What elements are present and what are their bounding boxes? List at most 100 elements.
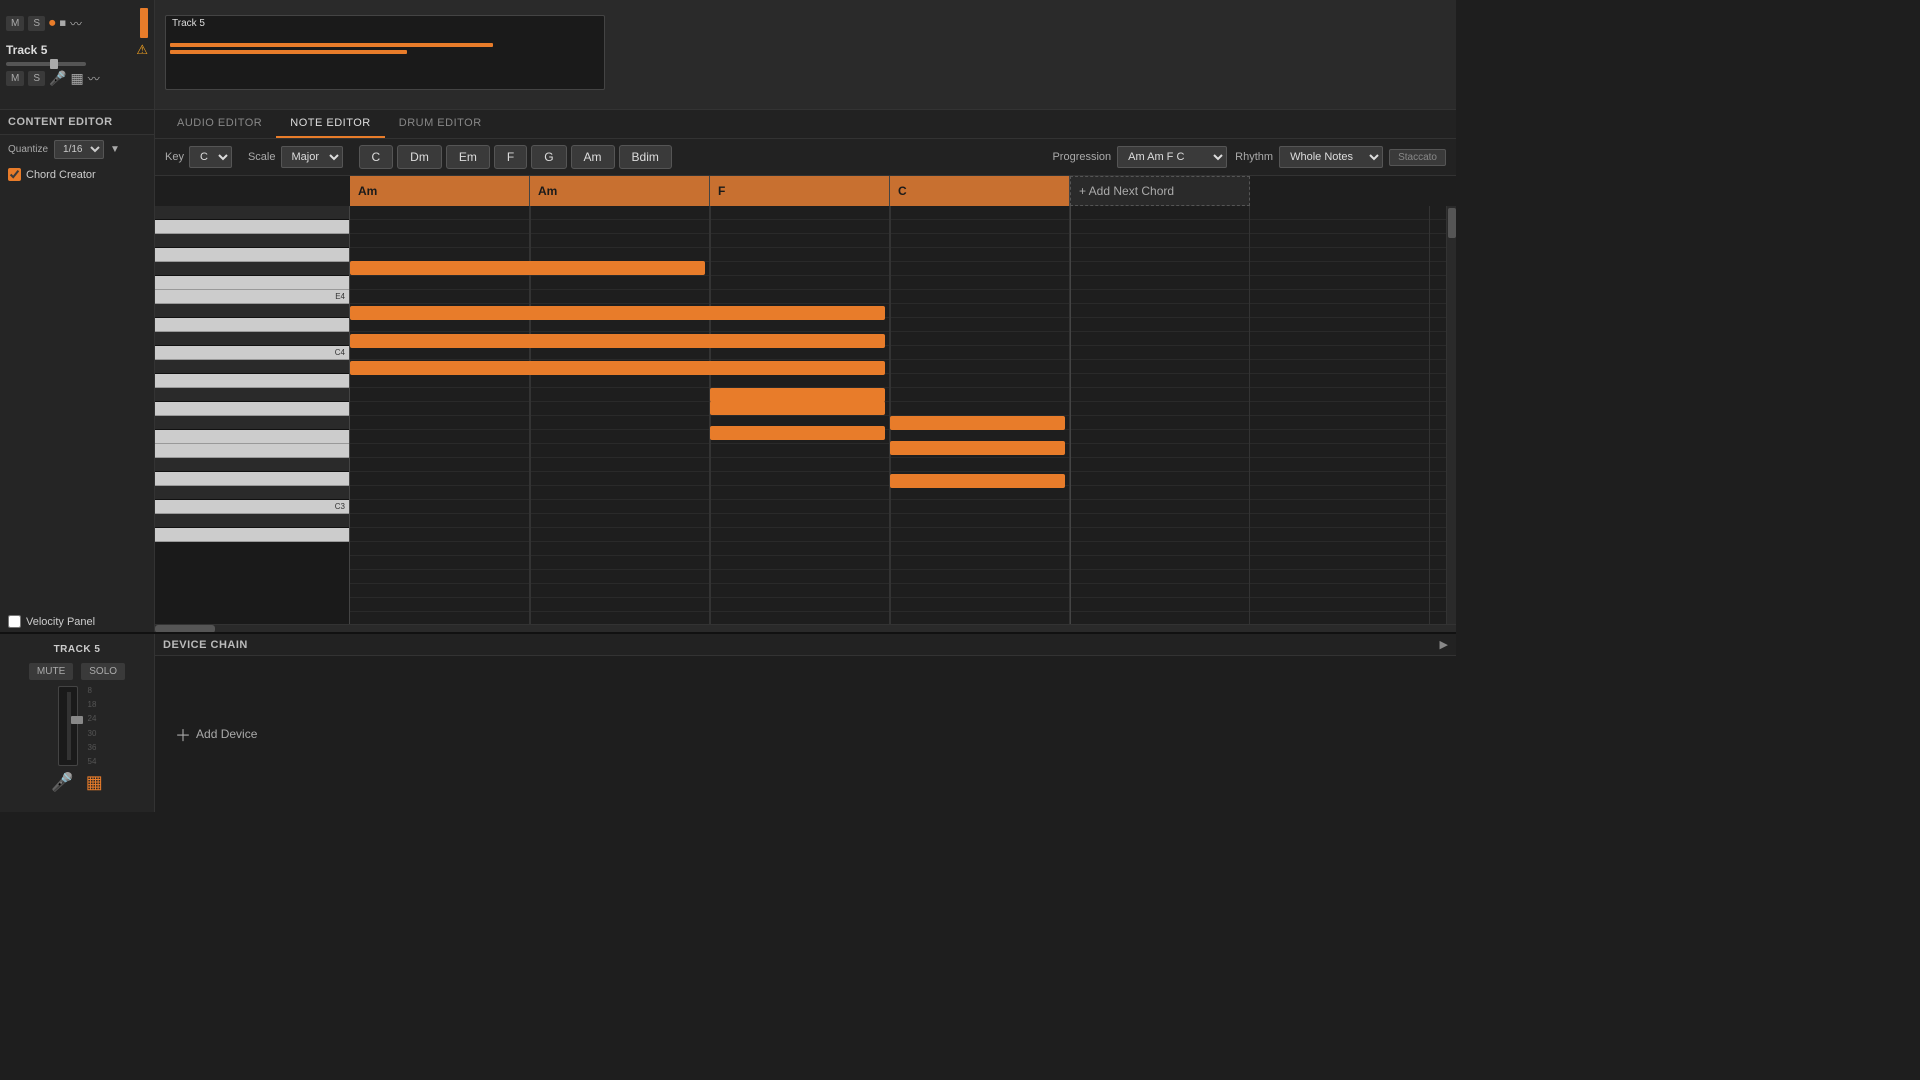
note-bar[interactable]	[350, 361, 885, 375]
tab-drum-editor[interactable]: DRUM EDITOR	[385, 110, 496, 138]
chord-btn-F[interactable]: F	[494, 145, 527, 169]
piano-key-black[interactable]	[155, 458, 349, 472]
piano-key-white[interactable]	[155, 276, 349, 290]
tab-note-editor[interactable]: NOTE EDITOR	[276, 110, 384, 138]
quantize-label: Quantize	[8, 144, 48, 155]
clip-note-1	[170, 43, 493, 47]
scale-label: Scale	[248, 151, 276, 163]
chord-btn-Em[interactable]: Em	[446, 145, 490, 169]
chord-segment-add[interactable]: + Add Next Chord	[1070, 176, 1250, 206]
chord-segment-F[interactable]: F	[710, 176, 890, 206]
piano-key-black[interactable]	[155, 304, 349, 318]
piano-key-black[interactable]	[155, 514, 349, 528]
fader-thumb	[71, 716, 83, 724]
scrollbar-h[interactable]	[155, 624, 1456, 632]
top-wave-icon[interactable]: 〰	[70, 15, 82, 32]
chord-btn-G[interactable]: G	[531, 145, 566, 169]
top-record-icon[interactable]: ⏺	[49, 15, 56, 31]
add-device-btn[interactable]: ＋ Add Device	[175, 722, 257, 746]
mini-fader[interactable]	[58, 686, 78, 766]
chord-segment-C[interactable]: C	[890, 176, 1070, 206]
piano-key-black[interactable]	[155, 416, 349, 430]
piano-key-black[interactable]	[155, 206, 349, 220]
wave2-icon[interactable]: 〰	[88, 70, 100, 87]
quantize-select[interactable]: 1/16 1/8 1/4	[54, 140, 104, 159]
note-bar[interactable]	[350, 261, 705, 275]
chord-toolbar: Key CDEF GAB Scale MajorMinor C Dm Em F …	[155, 139, 1456, 176]
chord-creator-label: Chord Creator	[26, 169, 96, 181]
chord-btn-Am[interactable]: Am	[571, 145, 615, 169]
add-device-label: Add Device	[196, 727, 257, 741]
main-editor: AUDIO EDITOR NOTE EDITOR DRUM EDITOR Key…	[155, 110, 1456, 632]
content-editor-area: CONTENT EDITOR Quantize 1/16 1/8 1/4 ▼ C…	[0, 110, 1456, 632]
quantize-row: Quantize 1/16 1/8 1/4 ▼	[0, 135, 154, 164]
tab-audio-editor[interactable]: AUDIO EDITOR	[163, 110, 276, 138]
volume-slider[interactable]	[6, 62, 86, 66]
eq-icon[interactable]: ▦	[70, 70, 83, 87]
piano-key-white[interactable]	[155, 402, 349, 416]
bottom-icons-row: 🎤 ▦	[51, 772, 102, 793]
volume-thumb	[50, 59, 58, 69]
chord-btn-Dm[interactable]: Dm	[397, 145, 442, 169]
chord-btn-Bdim[interactable]: Bdim	[619, 145, 672, 169]
mic-icon[interactable]: 🎤	[49, 70, 66, 87]
expand-arrow[interactable]: ▶	[1440, 638, 1448, 651]
note-bar[interactable]	[710, 388, 885, 402]
piano-key-C4[interactable]: C4	[155, 346, 349, 360]
piano-key-C3[interactable]: C3	[155, 500, 349, 514]
note-bar[interactable]	[350, 334, 885, 348]
mute-btn[interactable]: MUTE	[29, 663, 73, 680]
piano-key-white[interactable]	[155, 374, 349, 388]
progression-select[interactable]: Am Am F C	[1117, 146, 1227, 168]
bottom-mic-icon[interactable]: 🎤	[51, 772, 73, 793]
piano-key-white[interactable]	[155, 528, 349, 542]
note-bar[interactable]	[710, 401, 885, 415]
db-label: 54	[88, 757, 97, 766]
piano-key-E[interactable]: E4	[155, 290, 349, 304]
velocity-panel-checkbox[interactable]	[8, 615, 21, 628]
scrollbar-thumb-h[interactable]	[155, 625, 215, 632]
piano-key-white[interactable]	[155, 472, 349, 486]
note-bar[interactable]	[890, 416, 1065, 430]
clip-block[interactable]: Track 5	[165, 15, 605, 90]
rhythm-label: Rhythm	[1235, 151, 1273, 163]
scrollbar-thumb-v[interactable]	[1448, 208, 1456, 238]
solo-btn[interactable]: SOLO	[81, 663, 125, 680]
note-bar[interactable]	[710, 426, 885, 440]
chord-segment-Am1[interactable]: Am	[350, 176, 530, 206]
chord-creator-checkbox[interactable]	[8, 168, 21, 181]
note-bar[interactable]	[350, 306, 885, 320]
staccato-toggle[interactable]: Staccato	[1389, 149, 1446, 166]
top-track-area: M S ⏺ ⏹ 〰 Track 5 ⚠ M S 🎤 ▦ 〰 Track	[0, 0, 1456, 110]
piano-key-white[interactable]	[155, 430, 349, 444]
device-chain-panel: DEVICE CHAIN ▶ ＋ Add Device	[155, 634, 1456, 812]
note-grid[interactable]: 6 7	[350, 206, 1446, 624]
piano-key-black[interactable]	[155, 234, 349, 248]
track-title: Track 5	[6, 43, 47, 57]
piano-key-black[interactable]	[155, 486, 349, 500]
m-btn[interactable]: M	[6, 71, 24, 86]
scale-select[interactable]: MajorMinor	[281, 146, 343, 168]
piano-key-white[interactable]	[155, 318, 349, 332]
track-controls-row: M S 🎤 ▦ 〰	[6, 70, 148, 87]
piano-key-white[interactable]	[155, 248, 349, 262]
piano-key-black[interactable]	[155, 332, 349, 346]
piano-key-black[interactable]	[155, 262, 349, 276]
right-scrollbar[interactable]	[1446, 206, 1456, 624]
note-bar[interactable]	[890, 474, 1065, 488]
chord-segment-Am2[interactable]: Am	[530, 176, 710, 206]
key-select[interactable]: CDEF GAB	[189, 146, 232, 168]
piano-key-white[interactable]	[155, 444, 349, 458]
piano-key-black[interactable]	[155, 360, 349, 374]
chord-btn-C[interactable]: C	[359, 145, 394, 169]
rhythm-select[interactable]: Whole NotesHalf NotesQuarter Notes	[1279, 146, 1383, 168]
s-btn[interactable]: S	[28, 71, 45, 86]
top-stop-icon[interactable]: ⏹	[60, 15, 67, 31]
chord-row-header: Am Am F C + Add Next Chord	[350, 176, 1456, 206]
piano-key-black[interactable]	[155, 388, 349, 402]
top-s-btn[interactable]: S	[28, 16, 45, 31]
piano-key-white[interactable]	[155, 220, 349, 234]
bottom-eq-icon[interactable]: ▦	[86, 772, 103, 793]
note-bar[interactable]	[890, 441, 1065, 455]
top-m-btn[interactable]: M	[6, 16, 24, 31]
